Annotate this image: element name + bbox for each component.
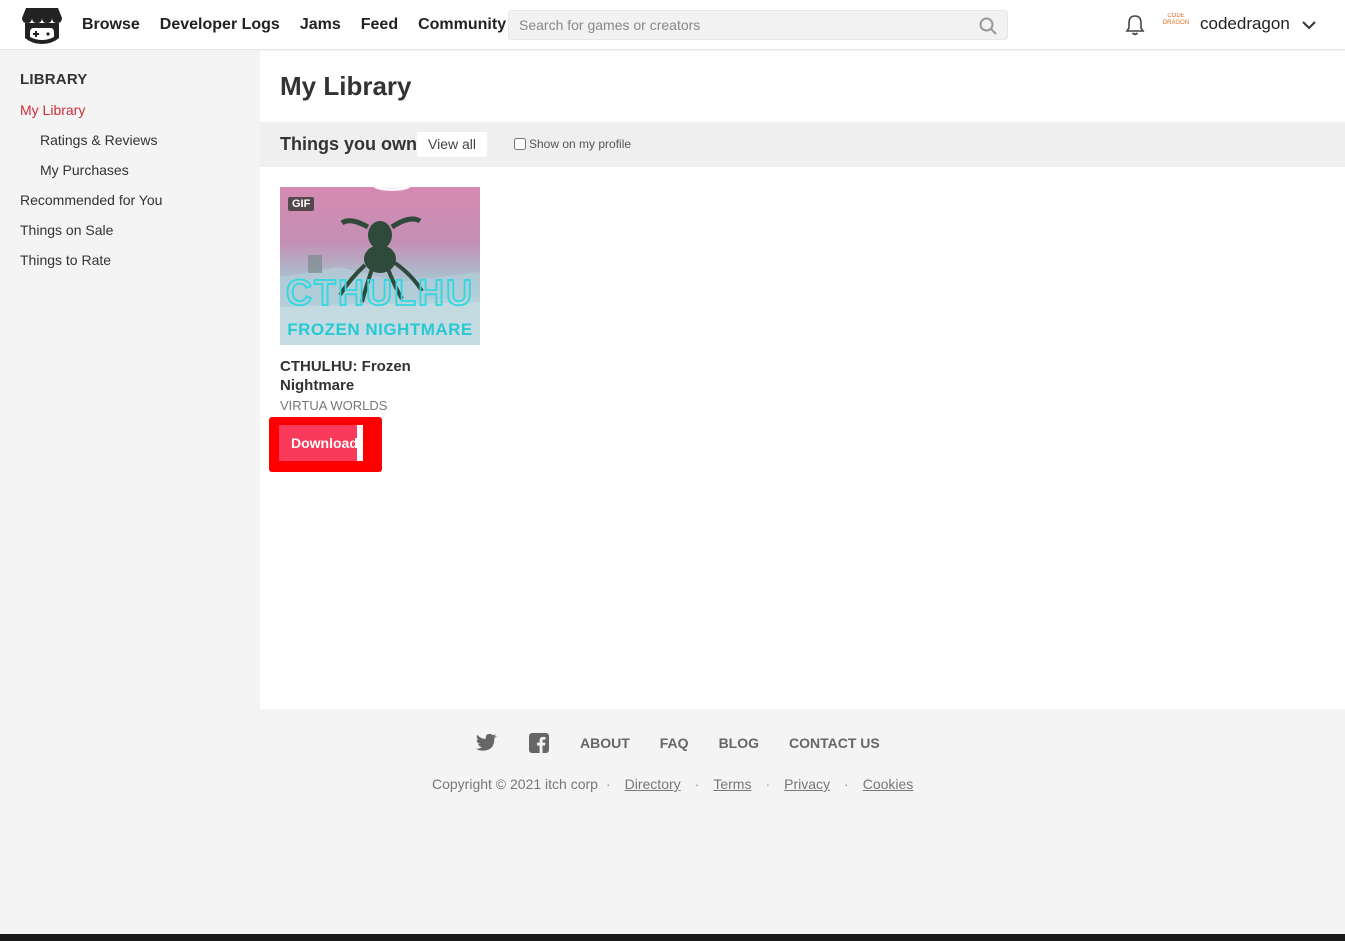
cover-title-text: CTHULHU — [286, 272, 474, 313]
footer-legal: Copyright © 2021 itch corp · Directory ·… — [432, 776, 919, 792]
bottom-strip — [0, 934, 1345, 941]
download-highlight-box: Download — [269, 417, 382, 472]
facebook-icon[interactable] — [528, 733, 550, 753]
sidebar-item-on-sale[interactable]: Things on Sale — [20, 222, 113, 238]
page-title: My Library — [280, 71, 412, 101]
owned-section-header: Things you own View all Show on my profi… — [260, 122, 1345, 167]
notification-bell-icon[interactable] — [1125, 14, 1145, 36]
sidebar-item-recommended[interactable]: Recommended for You — [20, 192, 162, 208]
sidebar-item-to-rate[interactable]: Things to Rate — [20, 252, 111, 268]
sidebar-item-my-purchases[interactable]: My Purchases — [40, 162, 129, 178]
nav-feed[interactable]: Feed — [361, 16, 398, 34]
footer-cookies-link[interactable]: Cookies — [863, 776, 914, 792]
search-input[interactable] — [509, 11, 1007, 39]
username[interactable]: codedragon — [1200, 14, 1290, 34]
nav-community[interactable]: Community — [418, 16, 506, 34]
view-all-button[interactable]: View all — [417, 132, 487, 157]
show-on-profile-checkbox[interactable] — [514, 138, 526, 150]
separator-dot: · — [844, 776, 849, 792]
cover-subtitle-text: FROZEN NIGHTMARE — [287, 320, 473, 339]
site-footer: ABOUT FAQ BLOG CONTACT US Copyright © 20… — [0, 709, 1345, 934]
top-header: Browse Developer Logs Jams Feed Communit… — [0, 0, 1345, 50]
game-thumbnail[interactable]: CTHULHU FROZEN NIGHTMARE GIF — [280, 187, 480, 345]
footer-links: ABOUT FAQ BLOG CONTACT US — [476, 733, 880, 753]
library-sidebar: LIBRARY My Library Ratings & Reviews My … — [0, 51, 260, 709]
nav-developer-logs[interactable]: Developer Logs — [160, 16, 280, 34]
chevron-down-icon[interactable] — [1300, 16, 1318, 34]
footer-terms-link[interactable]: Terms — [713, 776, 751, 792]
separator-dot: · — [605, 776, 611, 792]
section-title: Things you own — [280, 134, 417, 154]
twitter-icon[interactable] — [476, 733, 498, 753]
separator-dot: · — [694, 776, 700, 792]
footer-privacy-link[interactable]: Privacy — [784, 776, 830, 792]
main-nav: Browse Developer Logs Jams Feed Communit… — [82, 0, 506, 50]
separator-dot: · — [765, 776, 771, 792]
copyright-text: Copyright © 2021 itch corp — [432, 776, 598, 792]
footer-about-link[interactable]: ABOUT — [580, 735, 630, 751]
gif-badge: GIF — [288, 197, 315, 211]
show-on-profile-label: Show on my profile — [529, 137, 632, 151]
footer-faq-link[interactable]: FAQ — [660, 735, 689, 751]
game-title[interactable]: CTHULHU: Frozen Nightmare — [280, 357, 480, 395]
sidebar-item-my-library[interactable]: My Library — [20, 102, 85, 118]
sidebar-title: LIBRARY — [20, 71, 88, 88]
sidebar-item-ratings-reviews[interactable]: Ratings & Reviews — [40, 132, 158, 148]
game-author[interactable]: VIRTUA WORLDS — [280, 398, 480, 413]
game-card: CTHULHU FROZEN NIGHTMARE GIF CTHULHU: Fr… — [269, 187, 480, 472]
search-box — [508, 10, 1008, 40]
show-on-profile-toggle[interactable]: Show on my profile — [514, 137, 631, 151]
itchio-logo-icon[interactable] — [22, 6, 62, 44]
footer-contact-link[interactable]: CONTACT US — [789, 735, 880, 751]
library-main: My Library Things you own View all Show … — [260, 51, 1345, 709]
footer-directory-link[interactable]: Directory — [625, 776, 681, 792]
download-button[interactable]: Download — [279, 425, 363, 461]
nav-jams[interactable]: Jams — [300, 16, 341, 34]
nav-browse[interactable]: Browse — [82, 16, 140, 34]
search-icon[interactable] — [979, 17, 997, 35]
footer-blog-link[interactable]: BLOG — [719, 735, 759, 751]
avatar[interactable]: CODE DRAGON — [1162, 13, 1190, 35]
